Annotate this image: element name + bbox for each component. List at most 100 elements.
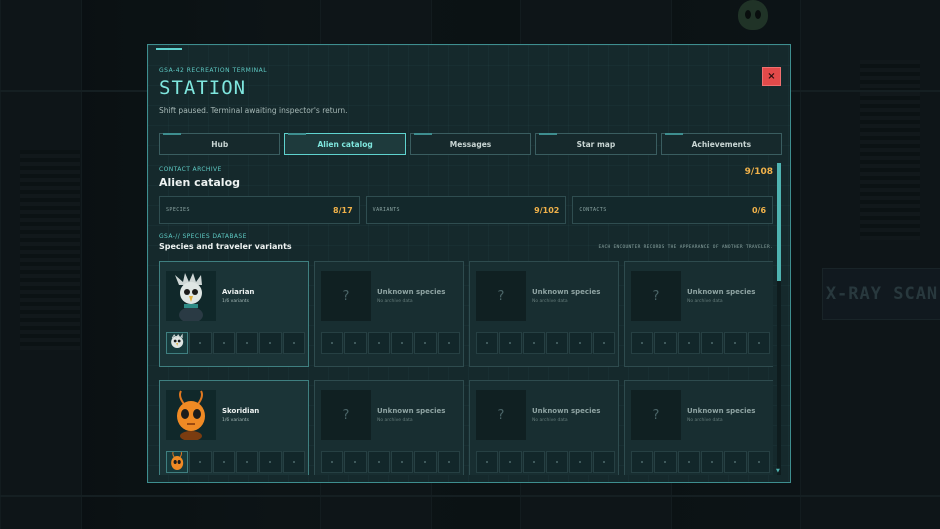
variant-slot-empty[interactable] [344,332,367,354]
tab-messages[interactable]: Messages [409,133,532,155]
species-name: Unknown species [532,288,601,296]
variant-slot-empty[interactable] [189,451,212,473]
variant-slot-empty[interactable] [259,332,282,354]
station-terminal-modal: GSA-42 RECREATION TERMINAL STATION Shift… [147,44,791,483]
species-name: Unknown species [687,407,756,415]
unknown-species-portrait: ? [476,390,526,440]
variant-slot-empty[interactable] [259,451,282,473]
variant-slot-empty[interactable] [344,451,367,473]
modal-accent [156,48,182,50]
tab-hub[interactable]: Hub [159,133,281,155]
close-button[interactable]: × [762,67,781,86]
variant-slot-empty[interactable] [569,451,592,473]
tab-achievements[interactable]: Achievements [660,133,783,155]
stat-value: 0/6 [751,205,767,215]
species-variant-count: No archive data [687,418,723,423]
unknown-species-card[interactable]: ? Unknown species No archive data [314,380,464,475]
variant-slot-empty[interactable] [437,451,460,473]
variant-slot-empty[interactable] [367,332,390,354]
variant-slot-empty[interactable] [677,451,700,473]
variant-slot-empty[interactable] [321,451,344,473]
database-label: GSA-// SPECIES DATABASE [159,233,247,240]
catalog-total-count: 9/108 [744,167,773,177]
section-title: Alien catalog [159,176,241,189]
variant-slot-empty[interactable] [522,451,545,473]
variant-slot-empty[interactable] [654,451,677,473]
variant-slot-empty[interactable] [414,451,437,473]
database-title: Species and traveler variants [159,242,292,251]
variant-slots [321,451,460,473]
modal-title: STATION [159,77,247,99]
stat-label: CONTACTS [579,207,607,213]
stat-label: VARIANTS [372,207,400,213]
variant-slot-empty[interactable] [545,332,569,354]
variant-slot-empty[interactable] [700,451,724,473]
tab-alien-catalog[interactable]: Alien catalog [284,133,406,155]
unknown-species-card[interactable]: ? Unknown species No archive data [624,380,773,475]
species-card[interactable]: Aviarian 1/6 variants [159,261,309,367]
stat-value: 8/17 [333,205,353,215]
variant-slot-empty[interactable] [476,332,499,354]
question-mark-icon: ? [497,288,505,304]
variant-slot-empty[interactable] [212,451,235,473]
variant-slot-empty[interactable] [189,332,212,354]
variant-slot-empty[interactable] [212,332,235,354]
species-name: Skoridian [222,407,260,415]
catalog-panel: CONTACT ARCHIVE Alien catalog 9/108 SPEC… [159,163,773,475]
unknown-species-card[interactable]: ? Unknown species No archive data [314,261,464,367]
terminal-eyebrow: GSA-42 RECREATION TERMINAL [159,67,268,74]
variant-slot-empty[interactable] [700,332,724,354]
variant-slot-empty[interactable] [631,451,654,473]
variant-slot-filled[interactable] [166,332,189,354]
unknown-species-card[interactable]: ? Unknown species No archive data [624,261,773,367]
variant-slot-empty[interactable] [592,332,615,354]
variant-slots [476,332,615,354]
variant-slot-empty[interactable] [437,332,460,354]
skoridian-portrait [166,390,216,440]
variant-slot-empty[interactable] [476,451,499,473]
variant-slot-empty[interactable] [390,451,414,473]
variant-slots [631,451,770,473]
variant-slot-empty[interactable] [677,332,700,354]
unknown-species-portrait: ? [321,271,371,321]
species-name: Unknown species [377,288,446,296]
unknown-species-card[interactable]: ? Unknown species No archive data [469,261,619,367]
unknown-species-card[interactable]: ? Unknown species No archive data [469,380,619,475]
species-variant-count: No archive data [377,418,413,423]
variant-slot-empty[interactable] [282,451,305,473]
variant-slot-empty[interactable] [631,332,654,354]
variant-slot-empty[interactable] [569,332,592,354]
variant-slot-empty[interactable] [499,451,522,473]
scrollbar[interactable] [777,163,781,475]
variant-slot-empty[interactable] [724,451,747,473]
scrollbar-thumb[interactable] [777,163,781,281]
variant-slot-empty[interactable] [367,451,390,473]
variant-slot-empty[interactable] [390,332,414,354]
variant-slot-empty[interactable] [545,451,569,473]
variant-slot-empty[interactable] [522,332,545,354]
variant-slot-empty[interactable] [321,332,344,354]
variant-slot-filled[interactable] [166,451,189,473]
variant-slot-empty[interactable] [747,451,770,473]
variant-slot-empty[interactable] [747,332,770,354]
aviarian-portrait [166,271,216,321]
variant-slot-empty[interactable] [654,332,677,354]
unknown-species-portrait: ? [476,271,526,321]
variant-slot-empty[interactable] [724,332,747,354]
scroll-down-arrow-icon[interactable]: ▼ [776,468,780,474]
variant-slot-empty[interactable] [592,451,615,473]
species-card[interactable]: Skoridian 1/6 variants [159,380,309,475]
variant-slots [631,332,770,354]
stat-value: 9/102 [534,205,560,215]
section-label: CONTACT ARCHIVE [159,166,222,173]
question-mark-icon: ? [342,288,350,304]
variant-slot-empty[interactable] [414,332,437,354]
variant-slot-empty[interactable] [235,451,259,473]
variant-slot-empty[interactable] [235,332,259,354]
unknown-species-portrait: ? [631,271,681,321]
variant-slot-empty[interactable] [499,332,522,354]
stat-variants: VARIANTS 9/102 [365,196,567,224]
tab-star-map[interactable]: Star map [535,133,657,155]
unknown-species-portrait: ? [321,390,371,440]
variant-slot-empty[interactable] [282,332,305,354]
